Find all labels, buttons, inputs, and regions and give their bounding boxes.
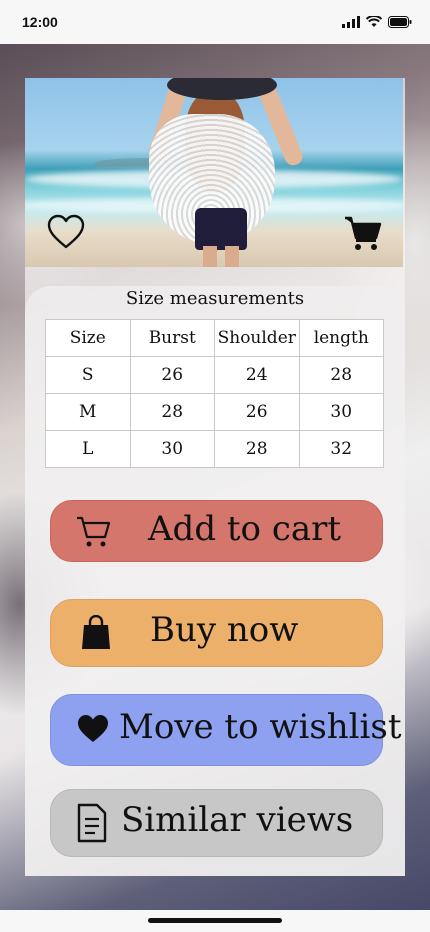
shoulder-cell: 26 [214, 393, 300, 431]
burst-column-header: Burst [129, 319, 215, 357]
table-row: S 26 24 28 [45, 356, 384, 394]
signal-icon [342, 16, 360, 28]
size-chart-title: Size measurements [125, 288, 305, 309]
table-row: M 28 26 30 [45, 393, 384, 431]
add-to-cart-label: Add to cart [148, 509, 342, 549]
similar-views-label: Similar views [121, 800, 354, 840]
length-cell: 28 [298, 356, 384, 394]
size-chart-header-row: Size Burst Shoulder length [45, 319, 384, 357]
size-cell: M [45, 393, 131, 431]
status-bar: 12:00 [0, 0, 430, 44]
cart-icon [76, 515, 112, 549]
similar-views-button[interactable]: Similar views [50, 789, 383, 857]
shoulder-cell: 28 [214, 430, 300, 468]
status-time: 12:00 [22, 14, 58, 30]
wifi-icon [366, 16, 382, 27]
home-indicator[interactable] [148, 918, 282, 923]
shoulder-cell: 24 [214, 356, 300, 394]
table-row: L 30 28 32 [45, 430, 384, 468]
shopping-bag-icon [81, 615, 111, 651]
battery-icon [388, 16, 412, 28]
heart-outline-icon[interactable] [47, 214, 85, 250]
document-icon [77, 803, 107, 843]
burst-cell: 30 [129, 430, 215, 468]
length-cell: 32 [298, 430, 384, 468]
add-to-cart-button[interactable]: Add to cart [50, 500, 383, 562]
buy-now-button[interactable]: Buy now [50, 599, 383, 667]
heart-filled-icon [77, 714, 109, 744]
size-cell: S [45, 356, 131, 394]
size-column-header: Size [45, 319, 131, 357]
shoulder-column-header: Shoulder [214, 319, 300, 357]
length-cell: 30 [298, 393, 384, 431]
move-to-wishlist-label: Move to wishlist [119, 707, 402, 747]
shopping-cart-icon[interactable] [344, 214, 382, 252]
burst-cell: 28 [129, 393, 215, 431]
move-to-wishlist-button[interactable]: Move to wishlist [50, 694, 402, 766]
status-icons [342, 16, 412, 28]
size-cell: L [45, 430, 131, 468]
size-chart-table: Size Burst Shoulder length S 26 24 28 M … [45, 319, 384, 468]
buy-now-label: Buy now [150, 610, 299, 650]
burst-cell: 26 [129, 356, 215, 394]
length-column-header: length [298, 319, 384, 357]
